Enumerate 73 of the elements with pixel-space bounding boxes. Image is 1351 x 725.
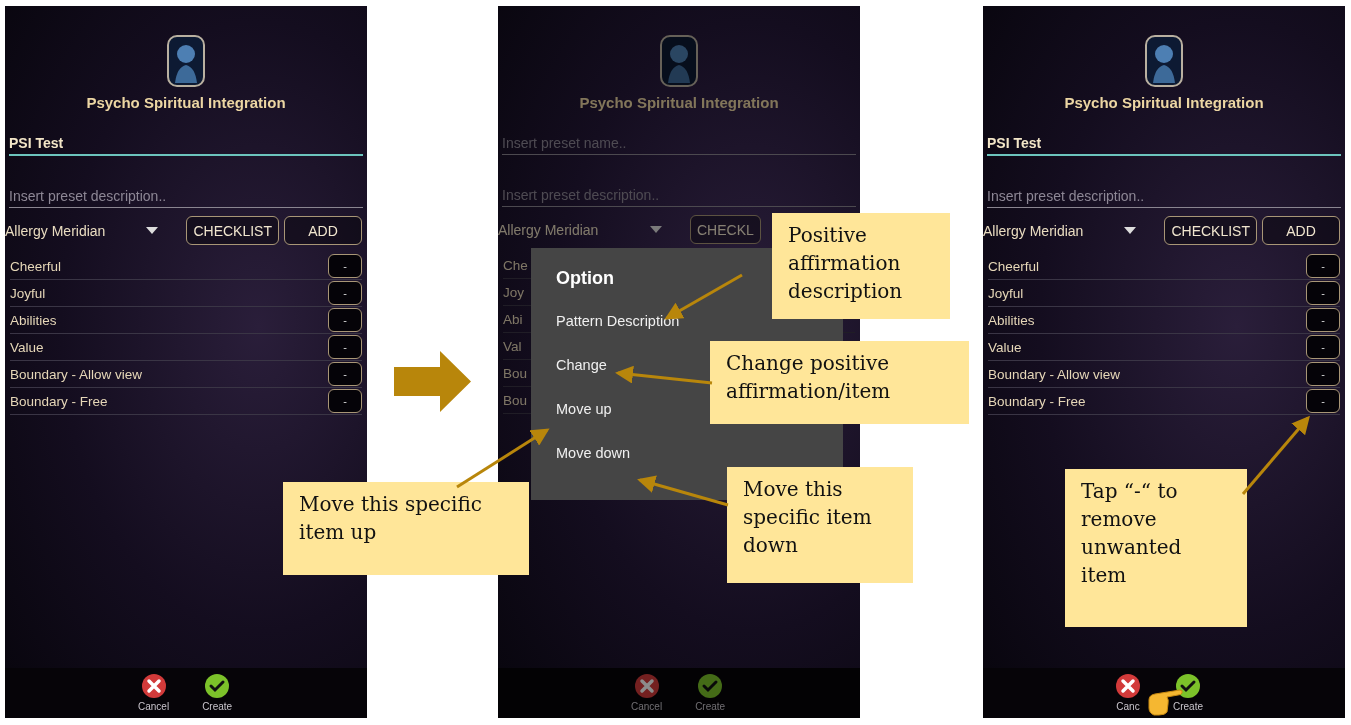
- remove-button[interactable]: -: [1306, 335, 1340, 359]
- remove-button[interactable]: -: [328, 362, 362, 386]
- remove-button[interactable]: -: [328, 389, 362, 413]
- app-title: Psycho Spiritual Integration: [1064, 94, 1264, 111]
- list-item-label[interactable]: Abilities: [10, 312, 57, 328]
- remove-button[interactable]: -: [1306, 308, 1340, 332]
- outline-button[interactable]: CHECKLIST: [186, 216, 279, 245]
- list-item-label[interactable]: Value: [988, 339, 1022, 355]
- outline-button[interactable]: CHECKL: [690, 215, 761, 244]
- menu-option[interactable]: Move down: [556, 445, 631, 461]
- cancel-icon[interactable]: [1116, 674, 1140, 698]
- menu-option[interactable]: Move up: [556, 401, 612, 417]
- callout-note: Tap “-“ to remove unwanted item: [1065, 469, 1247, 627]
- meridian-dropdown[interactable]: Allergy Meridian: [498, 221, 674, 238]
- footer-label[interactable]: Cancel: [138, 701, 170, 712]
- list-item-label[interactable]: Bou: [503, 365, 528, 381]
- callout-note: Change positive affirmation/item: [710, 341, 969, 424]
- menu-option[interactable]: Pattern Description: [556, 313, 680, 329]
- outline-button[interactable]: ADD: [1262, 216, 1340, 245]
- callout-note: Move this specific item up: [283, 482, 529, 575]
- name-field[interactable]: PSI Test: [9, 125, 363, 156]
- checkmark-icon[interactable]: [698, 674, 723, 698]
- app-title: Psycho Spiritual Integration: [86, 94, 286, 111]
- cancel-icon[interactable]: [141, 674, 166, 698]
- callout-note: Move this specific item down: [727, 467, 913, 583]
- footer-label[interactable]: Create: [1173, 701, 1203, 712]
- footer-label[interactable]: Create: [202, 701, 233, 712]
- list-item-label[interactable]: Che: [503, 257, 528, 273]
- list-item-label[interactable]: Joyful: [988, 285, 1024, 301]
- footer-label[interactable]: Create: [695, 701, 726, 712]
- description-field[interactable]: Insert preset description..: [9, 178, 363, 208]
- menu-option[interactable]: Change: [556, 357, 607, 373]
- head-silhouette-icon: [167, 35, 205, 87]
- remove-button[interactable]: -: [1306, 362, 1340, 386]
- list-item-label[interactable]: Val: [503, 338, 522, 354]
- app-title: Psycho Spiritual Integration: [579, 94, 779, 111]
- dropdown-caret-icon[interactable]: [146, 227, 159, 234]
- list-item-label[interactable]: Cheerful: [988, 258, 1040, 274]
- name-field[interactable]: PSI Test: [987, 125, 1341, 156]
- right-arrow-icon: [394, 351, 471, 412]
- remove-button[interactable]: -: [328, 281, 362, 305]
- list-item-label[interactable]: Cheerful: [10, 258, 62, 274]
- meridian-dropdown[interactable]: Allergy Meridian: [983, 222, 1149, 239]
- list-item-label[interactable]: Joyful: [10, 285, 46, 301]
- dropdown-caret-icon[interactable]: [1124, 227, 1137, 234]
- list-item-label[interactable]: Value: [10, 339, 44, 355]
- outline-button[interactable]: CHECKLIST: [1164, 216, 1257, 245]
- remove-button[interactable]: -: [1306, 389, 1340, 413]
- remove-button[interactable]: -: [1306, 254, 1340, 278]
- list-item-label[interactable]: Boundary - Free: [988, 393, 1086, 409]
- head-silhouette-icon: [1145, 35, 1183, 87]
- dialog-title: Option: [556, 268, 615, 289]
- remove-button[interactable]: -: [328, 308, 362, 332]
- footer-label[interactable]: Canc: [1116, 701, 1140, 712]
- callout-note: Positive affirmation description: [772, 213, 950, 319]
- list-item-label[interactable]: Boundary - Allow view: [988, 366, 1121, 382]
- footer-label[interactable]: Cancel: [631, 701, 663, 712]
- list-item-label[interactable]: Boundary - Free: [10, 393, 108, 409]
- list-item-label[interactable]: Bou: [503, 392, 528, 408]
- checkmark-icon[interactable]: [1176, 674, 1200, 698]
- outline-button[interactable]: ADD: [284, 216, 362, 245]
- remove-button[interactable]: -: [328, 254, 362, 278]
- cancel-icon[interactable]: [634, 674, 659, 698]
- list-item-label[interactable]: Abilities: [988, 312, 1035, 328]
- remove-button[interactable]: -: [328, 335, 362, 359]
- head-silhouette-icon: [660, 35, 698, 87]
- description-field[interactable]: Insert preset description..: [987, 178, 1341, 208]
- list-item-label[interactable]: Joy: [503, 284, 524, 300]
- list-item-label[interactable]: Boundary - Allow view: [10, 366, 143, 382]
- remove-button[interactable]: -: [1306, 281, 1340, 305]
- list-item-label[interactable]: Abi: [503, 311, 523, 327]
- meridian-dropdown[interactable]: Allergy Meridian: [5, 222, 171, 239]
- checkmark-icon[interactable]: [205, 674, 230, 698]
